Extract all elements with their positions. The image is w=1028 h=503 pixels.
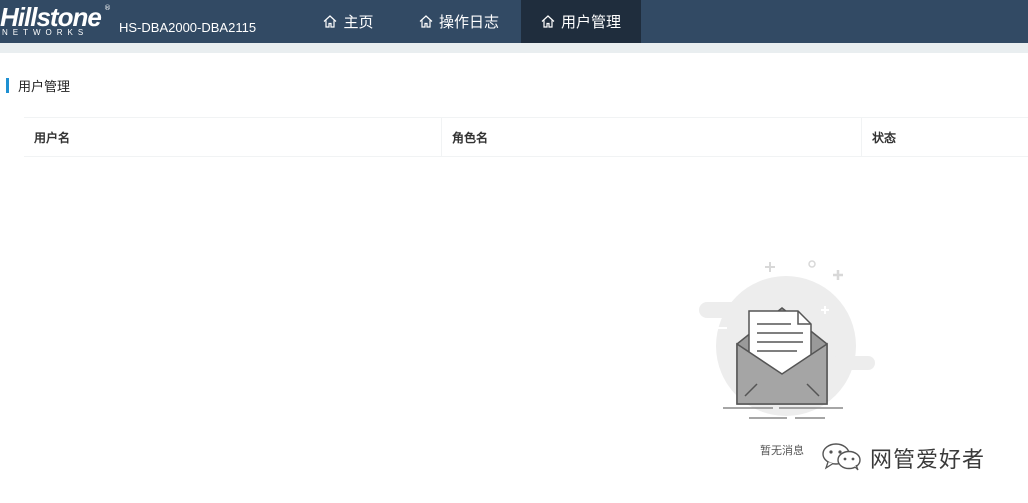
brand-registered-mark: ® — [104, 4, 111, 12]
page-title: 用户管理 — [6, 77, 71, 95]
empty-inbox-illustration — [693, 256, 878, 426]
top-navigation-bar: Hillstone ® NETWORKS HS-DBA2000-DBA2115 … — [0, 0, 1028, 43]
tab-home[interactable]: 主页 — [300, 0, 397, 43]
column-header-status[interactable]: 状态 — [862, 118, 1028, 156]
device-name: HS-DBA2000-DBA2115 — [119, 20, 257, 35]
home-icon — [419, 15, 433, 28]
home-icon — [323, 15, 337, 28]
tab-user-management[interactable]: 用户管理 — [521, 0, 641, 43]
header-divider — [0, 43, 1028, 53]
watermark-text: 网管爱好者 — [870, 448, 986, 473]
home-icon — [541, 15, 555, 28]
column-header-role-name[interactable]: 角色名 — [442, 118, 862, 156]
tab-user-management-label: 用户管理 — [560, 13, 621, 31]
column-header-username[interactable]: 用户名 — [24, 118, 442, 156]
wechat-icon — [820, 441, 864, 475]
tab-operation-log-label: 操作日志 — [438, 13, 499, 31]
user-table-header: 用户名 角色名 状态 — [24, 117, 1028, 157]
tab-operation-log[interactable]: 操作日志 — [397, 0, 521, 43]
brand-subtitle: NETWORKS — [2, 28, 89, 37]
main-nav: 主页 操作日志 用户管理 — [300, 0, 641, 43]
empty-state-text: 暂无消息 — [760, 444, 804, 457]
title-accent-bar — [6, 78, 9, 93]
tab-home-label: 主页 — [343, 13, 374, 31]
page-title-text: 用户管理 — [18, 80, 71, 95]
watermark: 网管爱好者 — [820, 441, 985, 475]
